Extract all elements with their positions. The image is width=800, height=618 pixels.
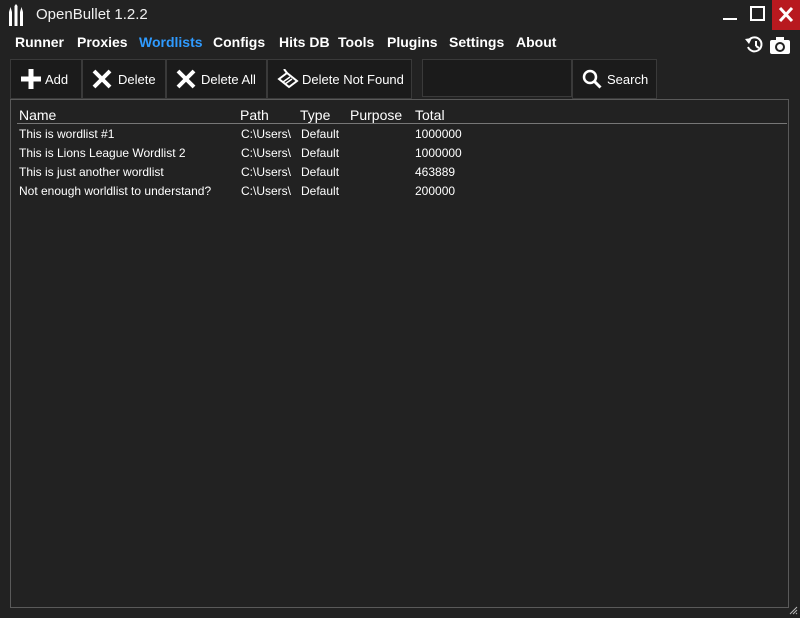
minimize-button[interactable] (716, 0, 744, 30)
delete-all-button-label: Delete All (201, 72, 256, 87)
menu-item-about[interactable]: About (516, 34, 556, 50)
menu-item-wordlists[interactable]: Wordlists (139, 34, 203, 50)
minimize-icon (723, 18, 737, 20)
search-button[interactable]: Search (572, 59, 657, 99)
add-button[interactable]: Add (10, 59, 82, 99)
maximize-icon (750, 6, 765, 21)
x-icon (176, 69, 196, 89)
app-title: OpenBullet 1.2.2 (36, 6, 148, 23)
cell-total: 200000 (415, 184, 456, 198)
delete-not-found-button[interactable]: Delete Not Found (267, 59, 412, 99)
cell-type: Default (301, 165, 340, 179)
cell-path: C:\Users\ (241, 127, 292, 141)
cell-name: This is wordlist #1 (19, 127, 115, 141)
wordlist-table[interactable]: Name Path Type Purpose Total This is wor… (10, 99, 789, 608)
resize-grip-icon[interactable] (788, 605, 798, 615)
cell-name: This is Lions League Wordlist 2 (19, 146, 186, 160)
close-button[interactable] (772, 0, 800, 30)
openbullet-logo-icon (9, 4, 23, 26)
plus-icon (21, 69, 41, 89)
table-row[interactable]: Not enough worldlist to understand? C:\U… (11, 182, 788, 201)
cell-total: 463889 (415, 165, 456, 179)
table-row[interactable]: This is Lions League Wordlist 2 C:\Users… (11, 144, 788, 163)
column-header-total[interactable]: Total (415, 107, 445, 123)
close-icon (778, 6, 794, 23)
column-header-purpose[interactable]: Purpose (350, 107, 402, 123)
delete-not-found-button-label: Delete Not Found (302, 72, 404, 87)
search-button-label: Search (607, 72, 649, 87)
title-bar: OpenBullet 1.2.2 (0, 0, 800, 30)
search-input[interactable] (422, 59, 572, 97)
cell-path: C:\Users\ (241, 165, 292, 179)
maximize-button[interactable] (744, 0, 772, 30)
table-row[interactable]: This is wordlist #1 C:\Users\ Default 10… (11, 125, 788, 144)
column-header-type[interactable]: Type (300, 107, 330, 123)
cell-path: C:\Users\ (241, 146, 292, 160)
cell-path: C:\Users\ (241, 184, 292, 198)
camera-icon (770, 37, 790, 54)
delete-all-button[interactable]: Delete All (166, 59, 267, 99)
cell-name: Not enough worldlist to understand? (19, 184, 212, 198)
menu-item-hits-db[interactable]: Hits DB (279, 34, 330, 50)
search-icon (582, 69, 602, 89)
screenshot-button[interactable] (768, 34, 792, 56)
reload-icon (745, 36, 763, 53)
cell-name: This is just another wordlist (19, 165, 164, 179)
broom-icon (277, 69, 299, 89)
menu-item-configs[interactable]: Configs (213, 34, 265, 50)
menu-item-tools[interactable]: Tools (338, 34, 374, 50)
menu-item-runner[interactable]: Runner (15, 34, 64, 50)
column-header-name[interactable]: Name (19, 107, 56, 123)
reload-button[interactable] (744, 34, 766, 56)
x-icon (92, 69, 112, 89)
cell-total: 1000000 (415, 127, 462, 141)
cell-type: Default (301, 127, 340, 141)
cell-type: Default (301, 184, 340, 198)
header-divider (17, 123, 787, 124)
menu-bar: Runner Proxies Wordlists Configs Hits DB… (0, 34, 740, 56)
menu-item-proxies[interactable]: Proxies (77, 34, 128, 50)
table-row[interactable]: This is just another wordlist C:\Users\ … (11, 163, 788, 182)
menu-item-settings[interactable]: Settings (449, 34, 504, 50)
delete-button[interactable]: Delete (82, 59, 166, 99)
add-button-label: Add (45, 72, 69, 87)
column-header-path[interactable]: Path (240, 107, 269, 123)
delete-button-label: Delete (118, 72, 156, 87)
cell-type: Default (301, 146, 340, 160)
menu-item-plugins[interactable]: Plugins (387, 34, 438, 50)
cell-total: 1000000 (415, 146, 462, 160)
